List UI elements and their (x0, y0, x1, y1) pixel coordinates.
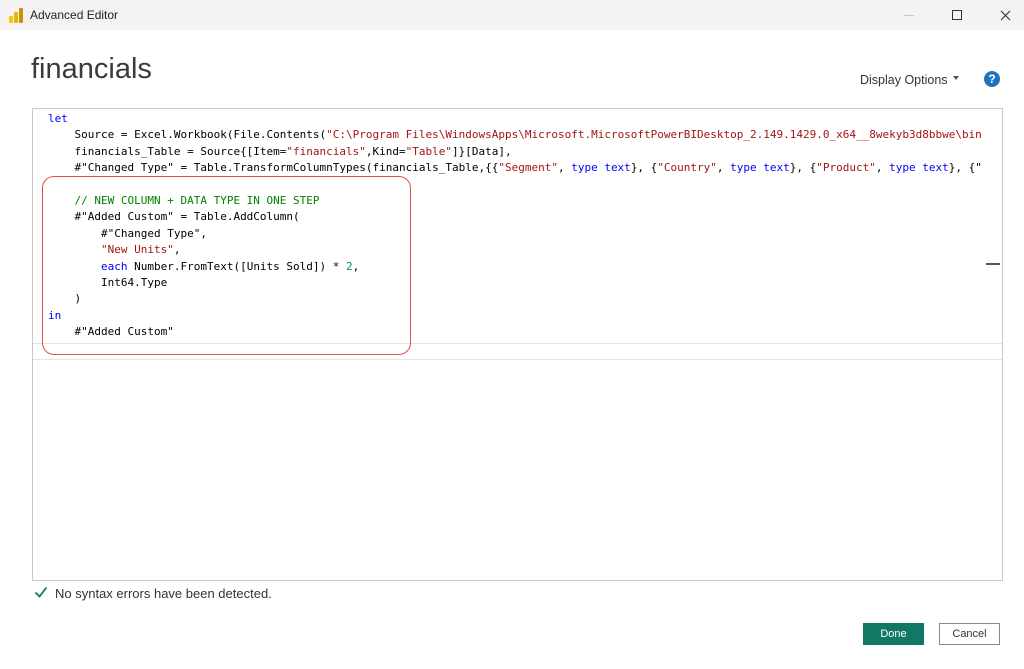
title-bar: Advanced Editor (0, 0, 1024, 30)
maximize-icon (952, 10, 962, 20)
code-token: type text (889, 161, 949, 175)
code-token: #"Changed Type" = Table.TransformColumnT… (74, 161, 499, 175)
window-title: Advanced Editor (30, 8, 119, 22)
code-token: , (875, 161, 890, 175)
code-token: Source = Excel.Workbook(File.Contents( (74, 128, 327, 142)
status-message: No syntax errors have been detected. (55, 586, 272, 601)
code-token: }, { (630, 161, 658, 175)
code-token: , (716, 161, 731, 175)
query-title: financials (31, 53, 152, 85)
power-bi-icon (9, 8, 23, 23)
code-token: ,Kind= (365, 144, 406, 158)
code-token: }, { (789, 161, 817, 175)
code-token: "financials" (286, 144, 366, 158)
help-icon[interactable]: ? (984, 71, 1000, 87)
code-token: "Segment" (498, 161, 558, 175)
code-line: Source = Excel.Workbook(File.Contents("C… (48, 128, 982, 141)
close-button[interactable] (982, 0, 1024, 30)
code-token: "Country" (657, 161, 717, 175)
minimize-button[interactable] (886, 0, 932, 30)
code-token: "Product" (816, 161, 876, 175)
code-token: ]}[Data], (452, 144, 512, 158)
highlight-annotation-box (42, 176, 411, 355)
code-line: #"Changed Type" = Table.TransformColumnT… (48, 161, 982, 174)
close-icon (1000, 10, 1010, 20)
code-line: let (48, 112, 68, 125)
checkmark-icon (34, 586, 48, 598)
code-line: financials_Table = Source{[Item="financi… (48, 145, 512, 158)
code-token: "Table" (405, 144, 453, 158)
code-token: let (48, 112, 68, 125)
cancel-button[interactable]: Cancel (939, 623, 1000, 645)
code-token: }, {" (948, 161, 982, 175)
code-token: "C:\Program Files\WindowsApps\Microsoft.… (326, 128, 982, 142)
maximize-button[interactable] (934, 0, 980, 30)
minimize-icon (904, 14, 914, 16)
chevron-down-icon[interactable] (953, 76, 959, 80)
code-token: , (557, 161, 572, 175)
scrollbar-marker[interactable] (986, 263, 1000, 265)
done-button[interactable]: Done (863, 623, 924, 645)
display-options-dropdown[interactable]: Display Options (860, 73, 948, 87)
code-token: financials_Table = Source{[Item= (74, 144, 287, 158)
code-token: type text (730, 161, 790, 175)
code-token: type text (571, 161, 631, 175)
